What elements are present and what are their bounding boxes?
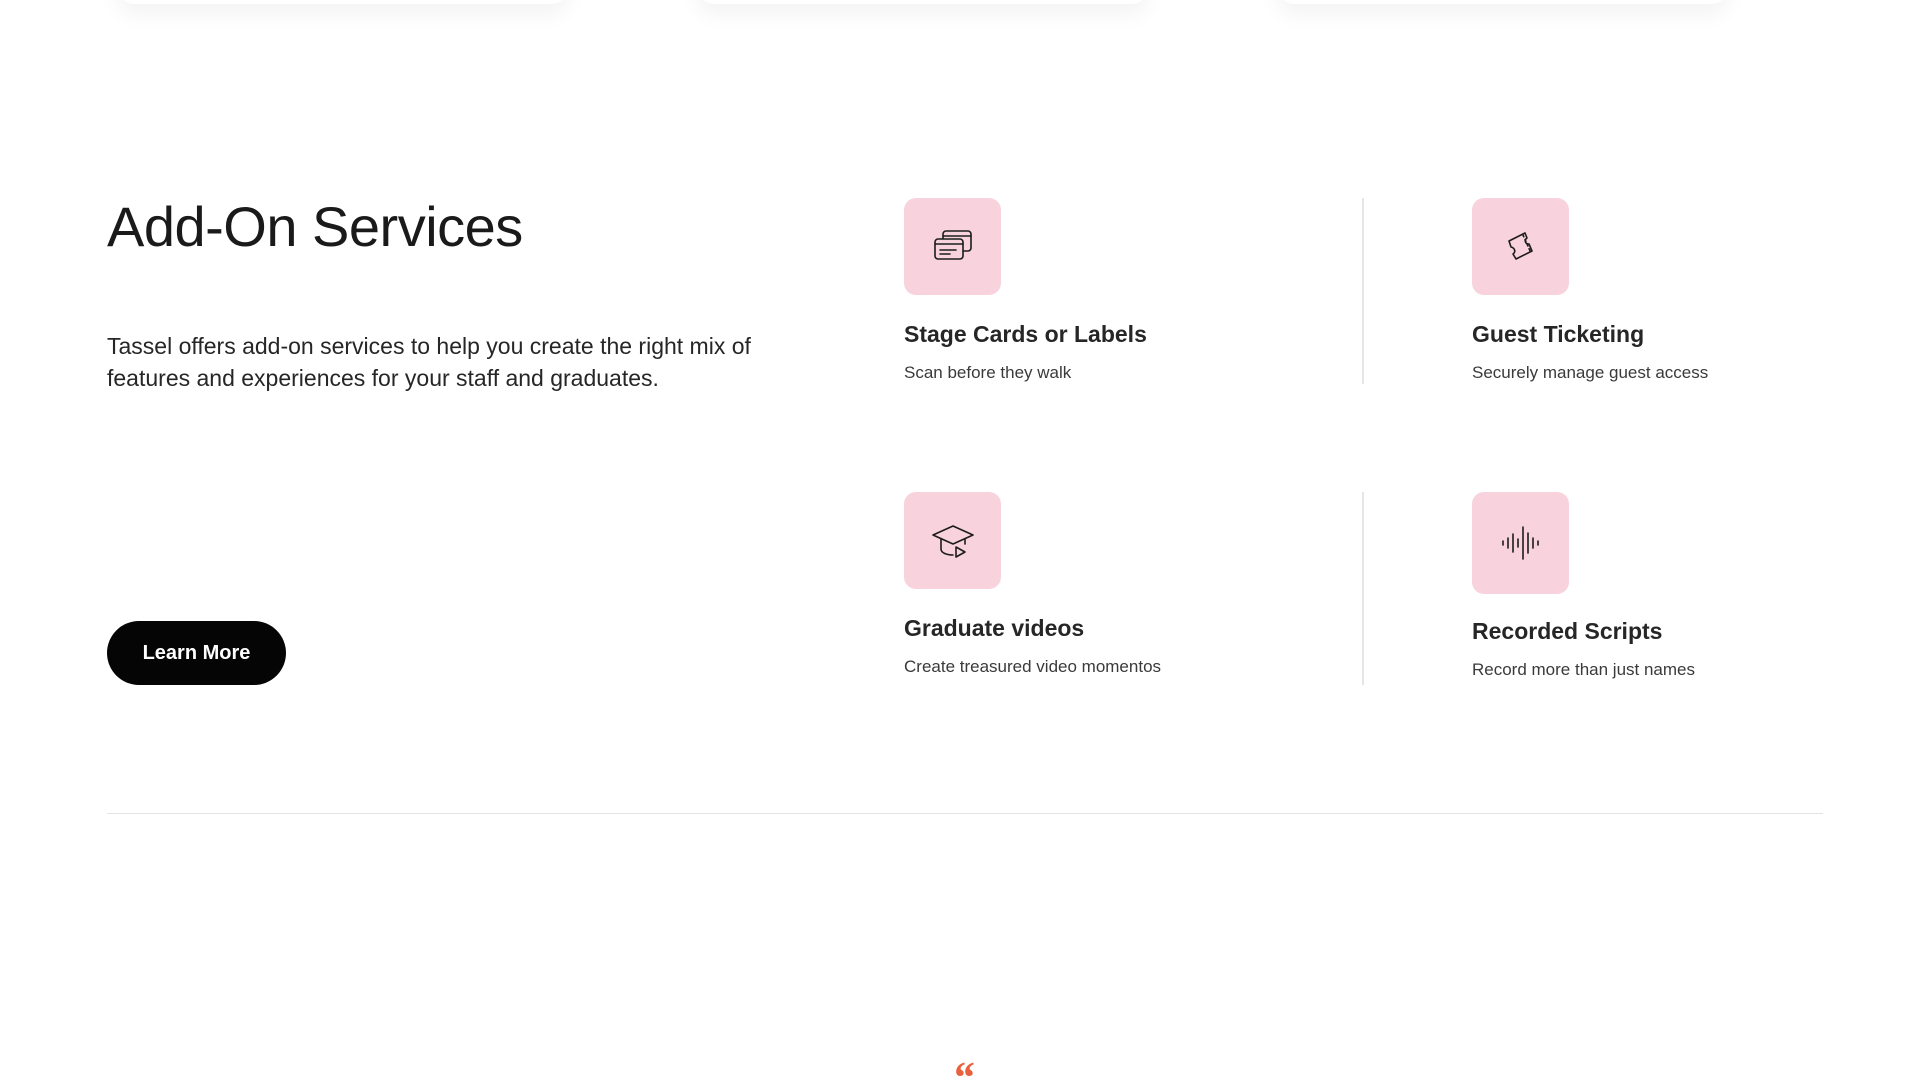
service-card-graduate-videos: Graduate videos Create treasured video m… (904, 492, 1324, 677)
service-title: Guest Ticketing (1472, 321, 1645, 347)
stage-cards-icon (933, 229, 972, 260)
testimonial-quote-mark: “ (952, 1053, 974, 1080)
previous-section-card (118, 0, 568, 4)
column-divider (1362, 198, 1364, 384)
section-description: Tassel offers add-on services to help yo… (107, 333, 751, 391)
service-subtitle: Scan before they walk (904, 362, 1072, 382)
service-icon-tile (1472, 198, 1569, 295)
service-icon-tile (1472, 492, 1569, 594)
column-divider (1362, 492, 1364, 685)
audio-waveform-icon (1501, 526, 1539, 560)
service-title: Stage Cards or Labels (904, 321, 1147, 347)
service-icon-tile (904, 492, 1001, 589)
ticket-icon (1507, 231, 1533, 260)
learn-more-button[interactable]: Learn More (107, 621, 286, 685)
service-subtitle: Create treasured video momentos (904, 656, 1162, 676)
service-icon-tile (904, 198, 1001, 295)
service-subtitle: Record more than just names (1472, 659, 1695, 679)
previous-section-card (1278, 0, 1728, 4)
graduation-cap-video-icon (931, 524, 974, 558)
service-card-stage-cards: Stage Cards or Labels Scan before they w… (904, 198, 1324, 383)
add-on-services-page: Add-On Services Tassel offers add-on ser… (0, 0, 1920, 1080)
previous-section-card (698, 0, 1148, 4)
section-title: Add-On Services (107, 195, 523, 258)
service-title: Graduate videos (904, 615, 1085, 641)
service-card-recorded-scripts: Recorded Scripts Record more than just n… (1472, 492, 1892, 680)
service-card-guest-ticketing: Guest Ticketing Securely manage guest ac… (1472, 198, 1892, 383)
service-title: Recorded Scripts (1472, 618, 1663, 644)
section-divider (107, 813, 1823, 814)
service-subtitle: Securely manage guest access (1472, 362, 1709, 382)
